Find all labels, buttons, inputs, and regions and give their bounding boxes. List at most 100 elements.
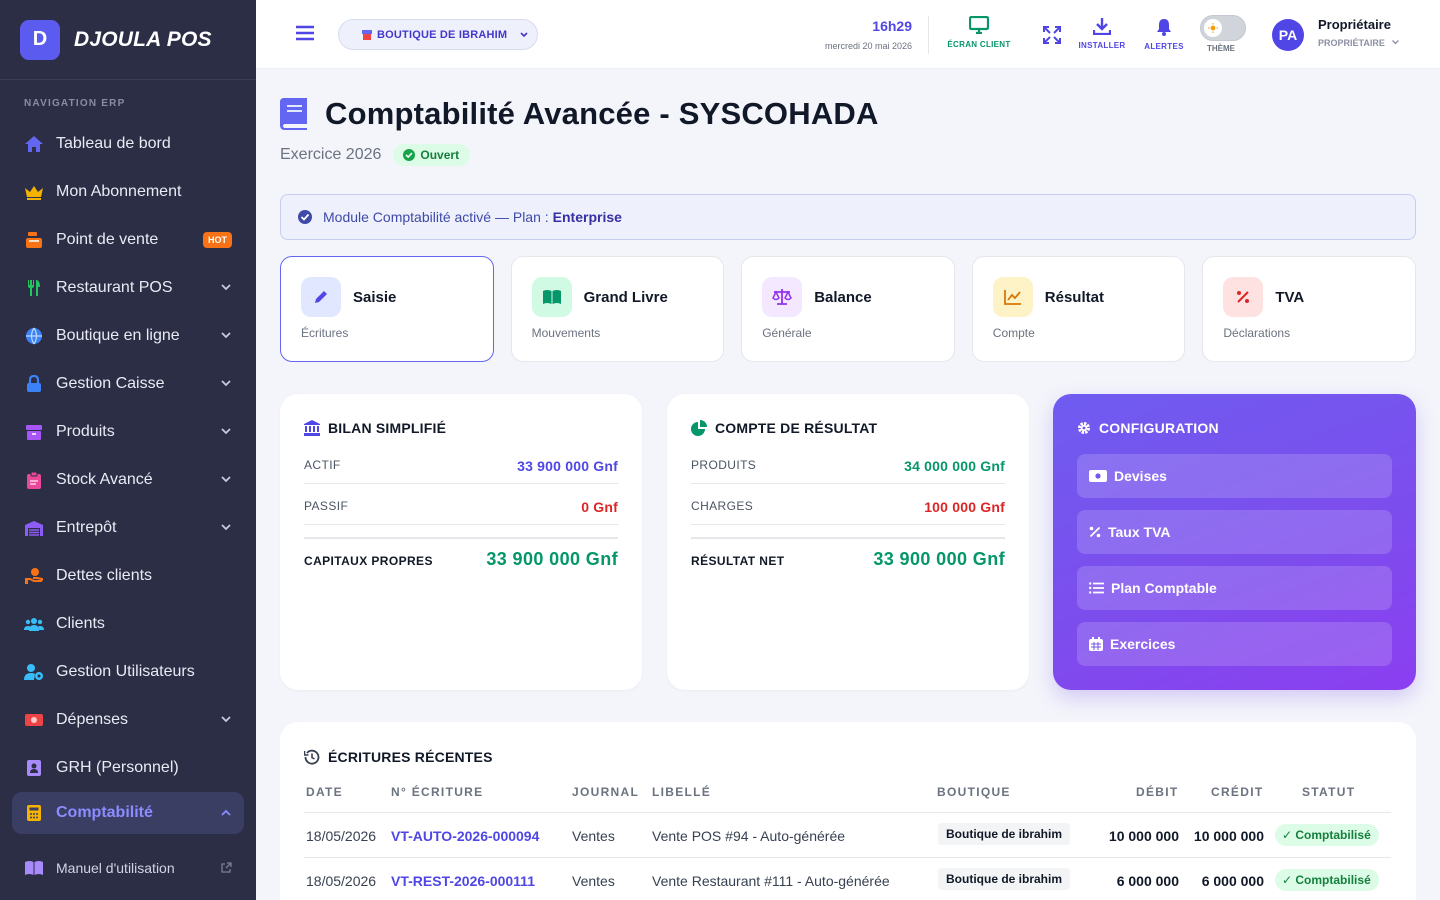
download-icon [1093, 18, 1111, 35]
column-header-statut[interactable]: STATUT [1302, 785, 1355, 799]
cell-journal: Ventes [572, 828, 615, 844]
config-exercices-button[interactable]: Exercices [1077, 622, 1392, 666]
capitaux-row: CAPITAUX PROPRES 33 900 000 Gnf [304, 549, 618, 569]
status-badge: ✓ Comptabilisé [1275, 869, 1379, 891]
cell-ref[interactable]: VT-REST-2026-000111 [391, 873, 535, 889]
row-value: 33 900 000 Gnf [517, 458, 618, 474]
sidebar-item-label: Stock Avancé [56, 471, 153, 488]
page-header: Comptabilité Avancée - SYSCOHADA Exercic… [280, 96, 879, 166]
sidebar-item-comptabilite[interactable]: Comptabilité [12, 792, 244, 834]
status-badge: ✓ Comptabilisé [1275, 824, 1379, 846]
avatar[interactable]: PA [1272, 19, 1304, 51]
menu-icon[interactable] [296, 25, 314, 41]
cell-credit: 6 000 000 [1201, 873, 1264, 889]
row-value: 0 Gnf [581, 499, 618, 515]
row-value: 33 900 000 Gnf [873, 549, 1005, 569]
column-header-credit[interactable]: CRÉDIT [1211, 785, 1263, 799]
cell-boutique: Boutique de ibrahim [938, 868, 1071, 890]
page-title: Comptabilité Avancée - SYSCOHADA [325, 96, 879, 131]
history-icon [304, 749, 320, 765]
sidebar-item-label: Entrepôt [56, 519, 117, 536]
sidebar-item-point-de-vente[interactable]: Point de vente HOT [12, 216, 244, 264]
chevron-down-icon [221, 380, 231, 387]
module-subtitle: Compte [992, 326, 1035, 340]
sidebar-item-stock-avance[interactable]: Stock Avancé [12, 456, 244, 504]
sidebar-item-label: Dépenses [56, 711, 129, 728]
brand[interactable]: D DJOULA POS [0, 0, 256, 80]
pencil-icon [301, 277, 341, 317]
chevron-down-icon [221, 476, 231, 483]
column-header-date[interactable]: DATE [306, 785, 343, 799]
sidebar-item-depenses[interactable]: Dépenses [12, 696, 244, 744]
sidebar-item-restaurant-pos[interactable]: Restaurant POS [12, 264, 244, 312]
sidebar-item-gestion-caisse[interactable]: Gestion Caisse [12, 360, 244, 408]
brand-logo: D [20, 19, 60, 60]
config-button-label: Devises [1114, 468, 1167, 484]
utensils-icon [24, 278, 44, 298]
client-screen-button[interactable]: ÉCRAN CLIENT [944, 16, 1014, 49]
manual-link[interactable]: Manuel d'utilisation [12, 850, 244, 886]
install-button[interactable]: INSTALLER [1074, 17, 1130, 50]
row-label: ACTIF [304, 458, 341, 472]
actif-row: ACTIF 33 900 000 Gnf [304, 458, 618, 474]
config-devises-button[interactable]: Devises [1077, 454, 1392, 498]
sidebar-item-clients[interactable]: Clients [12, 600, 244, 648]
percent-icon [1089, 526, 1101, 538]
theme-toggle[interactable] [1200, 15, 1246, 41]
sidebar-item-dettes-clients[interactable]: Dettes clients [12, 552, 244, 600]
module-balance[interactable]: Balance Générale [741, 256, 955, 362]
config-button-label: Plan Comptable [1111, 580, 1217, 596]
column-header-boutique[interactable]: BOUTIQUE [937, 785, 1011, 799]
module-resultat[interactable]: Résultat Compte [971, 256, 1186, 362]
module-title: Balance [814, 289, 872, 306]
sidebar-item-boutique-en-ligne[interactable]: Boutique en ligne [12, 312, 244, 360]
column-header-debit[interactable]: DÉBIT [1136, 785, 1179, 799]
card-title: ÉCRITURES RÉCENTES [304, 749, 493, 765]
sidebar-item-entrepot[interactable]: Entrepôt [12, 504, 244, 552]
table-row[interactable]: 18/05/2026 VT-AUTO-2026-000094 Ventes Ve… [304, 812, 1391, 857]
cell-debit: 6 000 000 [1116, 873, 1179, 889]
globe-icon [24, 326, 44, 346]
gear-icon [1078, 422, 1090, 434]
sidebar-item-gestion-utilisateurs[interactable]: Gestion Utilisateurs [12, 648, 244, 696]
module-saisie[interactable]: Saisie Écritures [280, 256, 494, 362]
user-role[interactable]: PROPRIÉTAIRE [1318, 38, 1400, 48]
sidebar-item-label: Mon Abonnement [56, 183, 182, 200]
sidebar: D DJOULA POS NAVIGATION ERP Tableau de b… [0, 0, 256, 900]
column-header-ref[interactable]: N° ÉCRITURE [391, 785, 483, 799]
cell-libelle: Vente POS #94 - Auto-générée [652, 828, 846, 844]
divider [304, 483, 618, 484]
store-icon [362, 30, 372, 40]
sun-icon [1204, 19, 1222, 37]
bank-icon [304, 420, 320, 436]
user-name[interactable]: Propriétaire [1318, 17, 1391, 32]
module-tva[interactable]: TVA Déclarations [1202, 256, 1416, 362]
chart-line-icon [992, 277, 1033, 317]
sidebar-item-grh[interactable]: GRH (Personnel) [12, 744, 244, 792]
chevron-down-icon [1392, 40, 1400, 45]
sidebar-item-label: Restaurant POS [56, 279, 173, 296]
sidebar-item-label: Gestion Utilisateurs [56, 663, 195, 680]
fullscreen-button[interactable] [1042, 26, 1062, 50]
sidebar-item-tableau-de-bord[interactable]: Tableau de bord [12, 120, 244, 168]
table-row[interactable]: 18/05/2026 VT-REST-2026-000111 Ventes Ve… [304, 857, 1391, 900]
cell-ref[interactable]: VT-AUTO-2026-000094 [391, 828, 539, 844]
config-button-label: Taux TVA [1108, 524, 1171, 540]
sidebar-item-produits[interactable]: Produits [12, 408, 244, 456]
chevron-up-icon [221, 809, 231, 816]
config-plan-comptable-button[interactable]: Plan Comptable [1077, 566, 1392, 610]
sidebar-item-mon-abonnement[interactable]: Mon Abonnement [12, 168, 244, 216]
alert-text: Module Comptabilité activé — Plan : [323, 209, 549, 225]
row-label: PASSIF [304, 499, 349, 513]
shop-selector[interactable]: BOUTIQUE DE IBRAHIM [338, 19, 538, 50]
sidebar-item-label: Clients [56, 615, 105, 632]
warehouse-icon [24, 518, 44, 538]
produits-row: PRODUITS 34 000 000 Gnf [691, 458, 1005, 474]
config-taux-tva-button[interactable]: Taux TVA [1077, 510, 1392, 554]
client-screen-label: ÉCRAN CLIENT [947, 40, 1011, 49]
config-button-label: Exercices [1110, 636, 1176, 652]
column-header-journal[interactable]: JOURNAL [572, 785, 639, 799]
alerts-button[interactable]: ALERTES [1140, 18, 1188, 51]
module-grand-livre[interactable]: Grand Livre Mouvements [510, 256, 725, 362]
column-header-libelle[interactable]: LIBELLÉ [652, 785, 711, 799]
